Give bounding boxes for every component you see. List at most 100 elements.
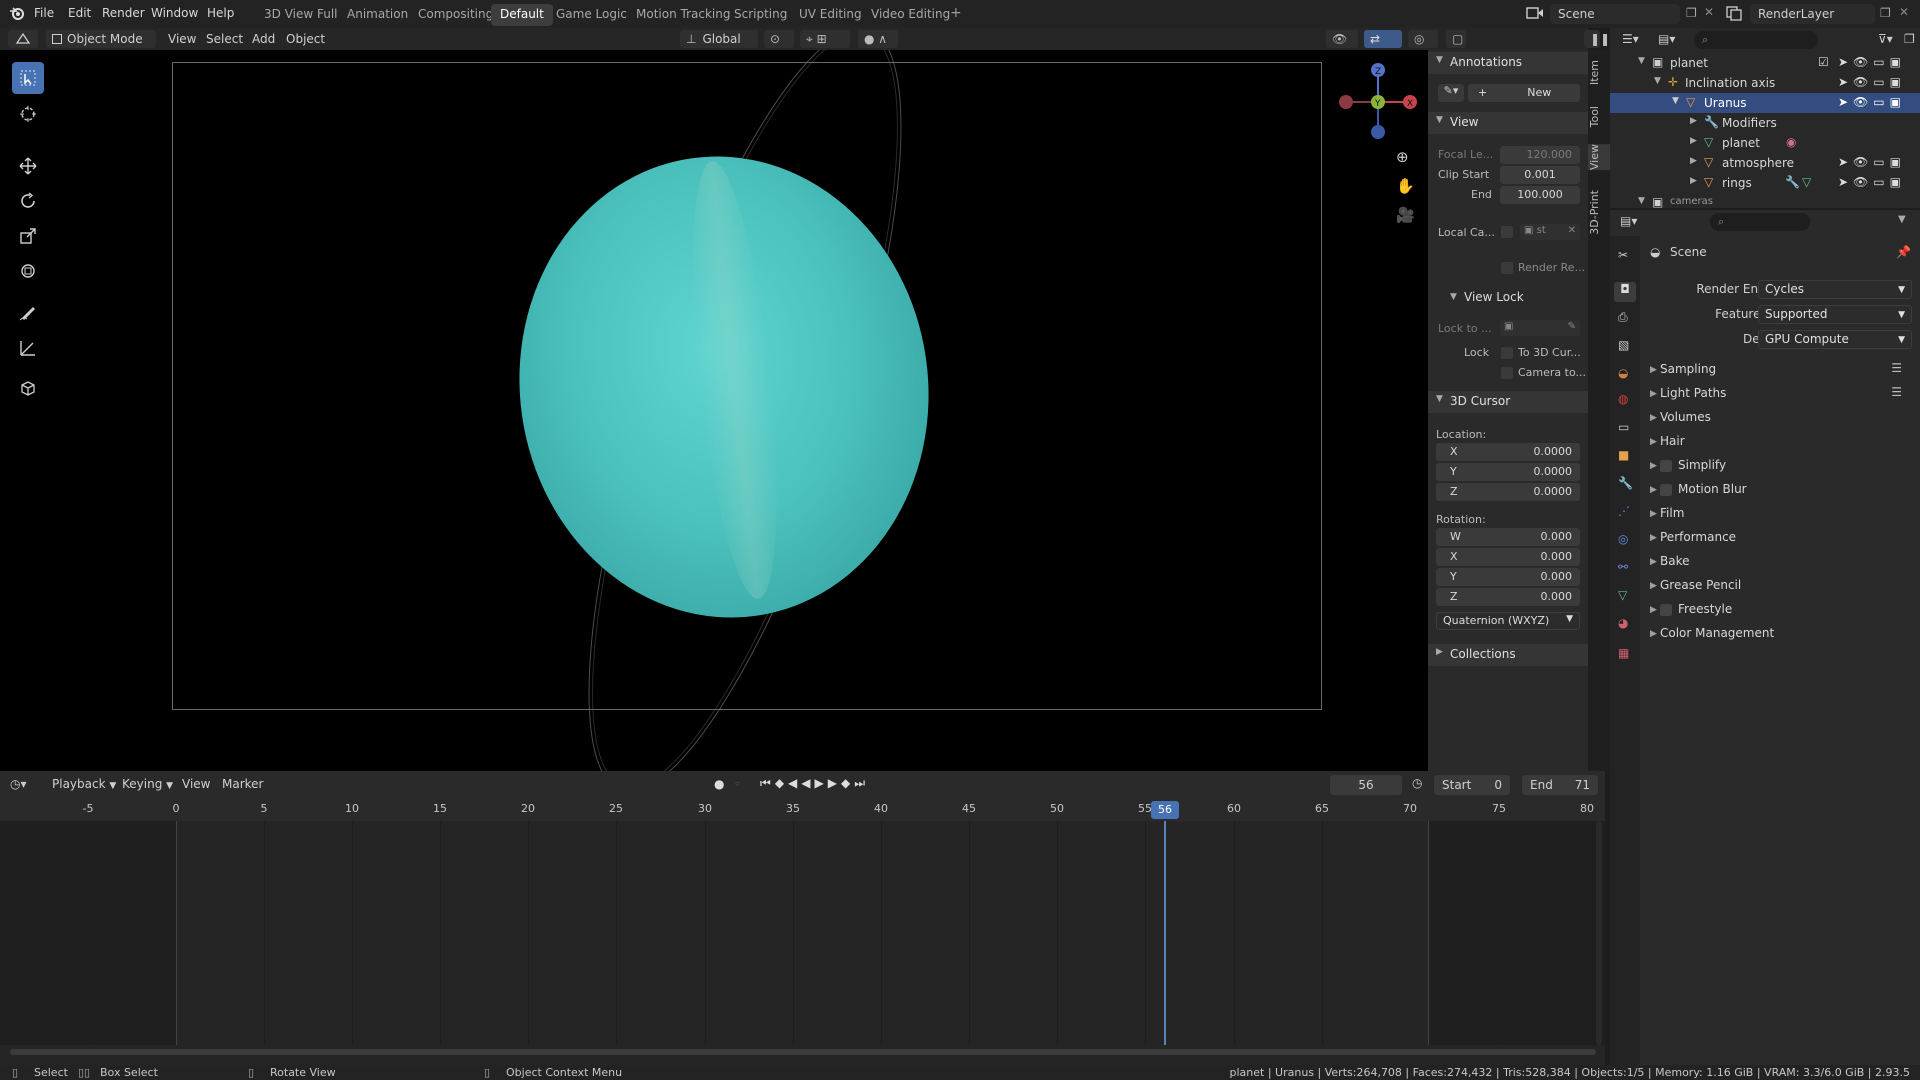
world-tab-icon[interactable]: ◍ bbox=[1618, 392, 1628, 406]
preview-range-icon[interactable]: ◷ bbox=[1412, 776, 1422, 790]
presets-list-icon[interactable]: ☰ bbox=[1891, 385, 1902, 399]
cursor-tool-icon[interactable] bbox=[12, 98, 44, 130]
outliner-row-atmosphere[interactable]: ▶ ▽ atmosphere ➤👁▭▣ bbox=[1610, 153, 1920, 173]
menu-render[interactable]: Render bbox=[102, 6, 145, 20]
scene-tab-icon[interactable]: ◒ bbox=[1618, 366, 1628, 380]
close-icon[interactable]: ✕ bbox=[1704, 5, 1714, 19]
playhead-line[interactable] bbox=[1164, 821, 1166, 1045]
panel-simplify[interactable]: ▶ Simplify bbox=[1650, 457, 1910, 477]
camera-to-view-checkbox[interactable] bbox=[1501, 367, 1513, 379]
timeline-editor-type-icon[interactable]: ◷▾ bbox=[10, 777, 27, 791]
workspace-tab-video-editing[interactable]: Video Editing bbox=[862, 4, 959, 26]
pause-render-icon[interactable]: ❚❚ bbox=[1584, 30, 1610, 48]
focal-length-field[interactable]: 120.000 bbox=[1500, 146, 1580, 164]
local-camera-checkbox[interactable] bbox=[1501, 226, 1513, 238]
outliner-row-cameras[interactable]: ▼ ▣ cameras bbox=[1610, 193, 1920, 208]
new-collection-icon[interactable]: ❐ bbox=[1904, 32, 1915, 46]
new-scene-icon[interactable]: ❐ bbox=[1686, 6, 1697, 20]
tab-item[interactable]: Item bbox=[1588, 60, 1610, 85]
properties-editor-icon[interactable]: ▤▾ bbox=[1620, 214, 1637, 228]
pan-hand-icon[interactable]: ✋ bbox=[1396, 177, 1415, 195]
chevron-down-icon[interactable]: ▼ bbox=[1898, 214, 1906, 225]
annotate-tool-icon[interactable] bbox=[12, 296, 44, 328]
texture-tab-icon[interactable]: ▦ bbox=[1618, 646, 1629, 660]
scale-tool-icon[interactable] bbox=[12, 220, 44, 252]
panel-annotations-header[interactable]: ▼ Annotations bbox=[1428, 52, 1588, 74]
lock-to-cursor-checkbox[interactable] bbox=[1501, 347, 1513, 359]
menu-file[interactable]: File bbox=[34, 6, 54, 20]
clip-end-field[interactable]: 100.000 bbox=[1500, 186, 1580, 204]
panel-sampling[interactable]: ▶ Sampling ☰ bbox=[1650, 361, 1910, 381]
mode-dropdown[interactable]: Object Mode bbox=[46, 30, 156, 48]
cursor-location-y[interactable]: Y 0.0000 bbox=[1436, 463, 1580, 481]
next-keyframe-icon[interactable]: ▶◆ bbox=[828, 776, 854, 790]
workspace-tab-uv-editing[interactable]: UV Editing bbox=[790, 4, 871, 26]
viewport-menu-view[interactable]: View bbox=[162, 30, 202, 48]
panel-hair[interactable]: ▶ Hair bbox=[1650, 433, 1910, 453]
visibility-toggles-icon[interactable]: ➤👁▭▣ bbox=[1838, 155, 1906, 169]
constraints-tab-icon[interactable]: ⚯ bbox=[1618, 560, 1628, 574]
properties-search-input[interactable]: ⌕ bbox=[1710, 213, 1810, 231]
exclude-checkbox-icon[interactable]: ☑ bbox=[1818, 55, 1829, 69]
panel-bake[interactable]: ▶ Bake bbox=[1650, 553, 1910, 573]
panel-light-paths[interactable]: ▶ Light Paths ☰ bbox=[1650, 385, 1910, 405]
outliner-row-inclination-axis[interactable]: ▼ ✛ Inclination axis ➤👁▭▣ bbox=[1610, 73, 1920, 93]
scene-icon[interactable] bbox=[1526, 5, 1544, 21]
cursor-rotation-w[interactable]: W 0.000 bbox=[1436, 528, 1580, 546]
menu-help[interactable]: Help bbox=[207, 6, 234, 20]
view-layer-tab-icon[interactable]: ▧ bbox=[1618, 338, 1629, 352]
transform-tool-icon[interactable] bbox=[12, 255, 44, 287]
close-icon[interactable]: ✕ bbox=[1899, 5, 1909, 19]
proportional-editing-icon[interactable]: ● ∧ bbox=[858, 30, 898, 48]
eyedropper-icon[interactable]: ✎ bbox=[1568, 321, 1576, 332]
workspace-tab-animation[interactable]: Animation bbox=[338, 4, 417, 26]
workspace-tab-compositing[interactable]: Compositing bbox=[409, 4, 502, 26]
tab-view[interactable]: View bbox=[1588, 144, 1610, 171]
render-tab-icon[interactable]: ◘ bbox=[1614, 282, 1636, 302]
filter-icon[interactable]: ⊽▾ bbox=[1878, 32, 1893, 46]
expand-arrow-icon[interactable]: ▼ bbox=[1654, 76, 1661, 86]
freestyle-checkbox[interactable] bbox=[1660, 604, 1672, 616]
outliner-row-planet-mesh[interactable]: ▶ ▽ planet ◉ bbox=[1610, 133, 1920, 153]
cursor-location-x[interactable]: X 0.0000 bbox=[1436, 443, 1580, 461]
add-cube-tool-icon[interactable] bbox=[12, 372, 44, 404]
view-lock-title[interactable]: View Lock bbox=[1464, 290, 1524, 304]
panel-film[interactable]: ▶ Film bbox=[1650, 505, 1910, 525]
motion-blur-checkbox[interactable] bbox=[1660, 484, 1672, 496]
outliner-row-rings[interactable]: ▶ ▽ rings 🔧 ▽ ➤👁▭▣ bbox=[1610, 173, 1920, 193]
material-tab-icon[interactable]: ◕ bbox=[1618, 616, 1628, 630]
timeline-menu-view[interactable]: View bbox=[182, 777, 210, 791]
render-engine-dropdown[interactable]: Cycles ▼ bbox=[1758, 280, 1912, 299]
outliner-editor-icon[interactable]: ☰▾ bbox=[1622, 32, 1639, 46]
gizmo-toggle-icon[interactable]: ⇄ bbox=[1364, 30, 1402, 48]
prev-keyframe-icon[interactable]: ◆◀ bbox=[775, 776, 801, 790]
overlays-icon[interactable]: ◎ bbox=[1408, 30, 1438, 48]
workspace-tab-scripting[interactable]: Scripting bbox=[725, 4, 796, 26]
expand-arrow-icon[interactable]: ▼ bbox=[1638, 196, 1645, 206]
tab-3d-print[interactable]: 3D-Print bbox=[1588, 190, 1610, 235]
device-dropdown[interactable]: GPU Compute ▼ bbox=[1758, 330, 1912, 349]
physics-tab-icon[interactable]: ◎ bbox=[1618, 532, 1628, 546]
viewport-menu-object[interactable]: Object bbox=[280, 30, 331, 48]
expand-arrow-icon[interactable]: ▼ bbox=[1672, 96, 1679, 106]
tool-tab-icon[interactable]: ✂ bbox=[1618, 248, 1628, 262]
play-icon[interactable]: ▶ bbox=[815, 776, 828, 790]
collapse-arrow-icon[interactable]: ▶ bbox=[1690, 116, 1697, 126]
auto-keying-icon[interactable]: ◦ bbox=[734, 777, 741, 791]
viewport-menu-select[interactable]: Select bbox=[200, 30, 249, 48]
playback-menu[interactable]: Playback ▼ bbox=[52, 777, 116, 791]
play-reverse-icon[interactable]: ◀ bbox=[801, 776, 814, 790]
timeline-ruler[interactable]: -5 0 5 10 15 20 25 30 35 40 45 50 55 60 … bbox=[0, 799, 1605, 821]
visibility-toggles-icon[interactable]: ➤👁▭▣ bbox=[1838, 55, 1906, 69]
data-tab-icon[interactable]: ▽ bbox=[1618, 588, 1627, 602]
new-annotation-button[interactable]: + New bbox=[1468, 84, 1580, 102]
navigation-gizmo[interactable]: Z X Y bbox=[1332, 60, 1418, 146]
select-box-tool-icon[interactable] bbox=[12, 62, 44, 94]
panel-grease-pencil[interactable]: ▶ Grease Pencil bbox=[1650, 577, 1910, 597]
visibility-toggles-icon[interactable]: ➤👁▭▣ bbox=[1838, 75, 1906, 89]
transform-orientation-dropdown[interactable]: ⊥ Global bbox=[680, 30, 758, 48]
particles-tab-icon[interactable]: ⋰ bbox=[1618, 504, 1630, 518]
panel-collections-header[interactable]: ▶ Collections bbox=[1428, 644, 1588, 666]
panel-motion-blur[interactable]: ▶ Motion Blur bbox=[1650, 481, 1910, 501]
clear-icon[interactable]: ✕ bbox=[1568, 225, 1576, 236]
